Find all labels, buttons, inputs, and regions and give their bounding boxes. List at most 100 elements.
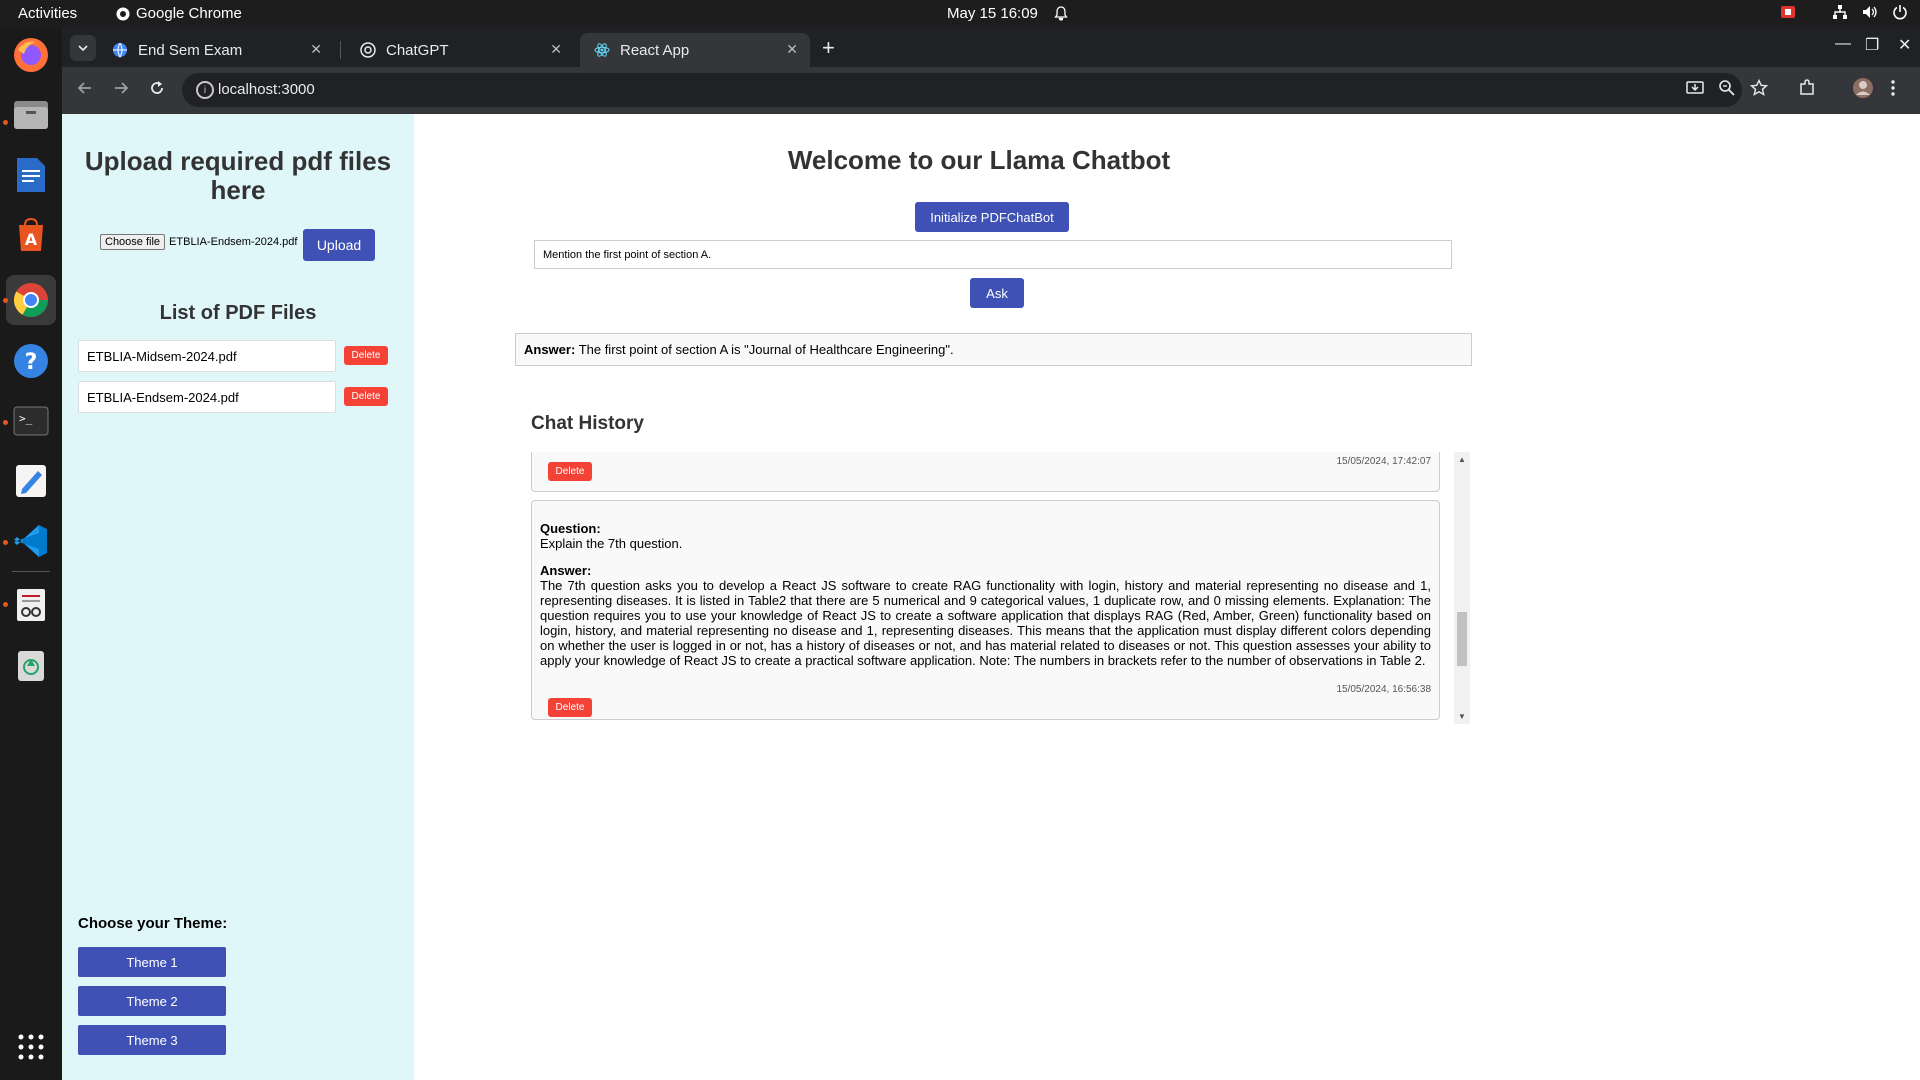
answer-text: The 7th question asks you to develop a R… [540,578,1431,668]
tab-end-sem-exam[interactable]: End Sem Exam ✕ [98,33,334,67]
tab-react-app[interactable]: React App ✕ [580,33,810,67]
site-info-icon[interactable]: i [196,81,214,99]
tab-title: ChatGPT [386,41,449,59]
sidebar: Upload required pdf files here Choose fi… [62,114,414,1080]
delete-pdf-button[interactable]: Delete [344,346,388,365]
zoom-icon[interactable] [1718,79,1736,97]
activities-button[interactable]: Activities [18,5,77,22]
system-tray[interactable] [1780,4,1908,20]
more-menu-icon[interactable] [1890,79,1896,97]
react-icon [594,43,610,57]
theme-2-button[interactable]: Theme 2 [78,986,226,1016]
delete-history-button[interactable]: Delete [548,698,592,717]
screen-recording-icon[interactable] [1780,4,1796,20]
answer-text: The first point of section A is "Journal… [578,342,954,357]
writer-icon[interactable] [11,155,51,195]
tab-title: End Sem Exam [138,41,243,59]
url-text[interactable]: localhost:3000 [218,81,315,98]
initialize-chatbot-button[interactable]: Initialize PDFChatBot [915,202,1069,232]
question-text: Explain the 7th question. [540,536,683,551]
page-title: Welcome to our Llama Chatbot [787,145,1171,175]
dock-separator [12,571,50,572]
chrome-icon[interactable] [6,275,56,325]
app-name-label: Google Chrome [136,5,242,22]
history-item: Question: Explain the 7th question. Answ… [531,500,1440,720]
pdf-list-item: ETBLIA-Midsem-2024.pdf [78,340,336,372]
tab-strip: End Sem Exam ✕ ChatGPT ✕ React App ✕ + —… [62,27,1920,67]
reload-icon[interactable] [148,79,166,97]
chevron-down-icon [78,45,88,52]
power-icon[interactable] [1892,4,1908,20]
react-app-page: Upload required pdf files here Choose fi… [62,114,1920,1080]
extensions-icon[interactable] [1798,79,1816,97]
back-icon[interactable] [76,79,94,97]
ask-button[interactable]: Ask [970,278,1024,308]
history-scrollbar[interactable]: ▲ ▼ [1454,452,1470,724]
minimize-icon[interactable]: — [1835,35,1851,53]
firefox-icon[interactable] [11,35,51,75]
tab-chatgpt[interactable]: ChatGPT ✕ [346,33,574,67]
files-icon[interactable] [11,95,51,135]
close-icon[interactable]: ✕ [550,41,562,58]
bookmark-star-icon[interactable] [1750,79,1768,97]
answer-label: Answer: [524,342,576,357]
chosen-file-name: ETBLIA-Endsem-2024.pdf [169,236,298,248]
forward-icon[interactable] [112,79,130,97]
install-app-icon[interactable] [1686,79,1704,97]
vscode-icon[interactable] [11,521,51,561]
text-editor-icon[interactable] [11,461,51,501]
history-question: Question: Explain the 7th question. Answ… [540,521,1431,668]
svg-text:A: A [25,230,38,249]
trash-icon[interactable] [11,645,51,685]
system-top-bar: Activities Google Chrome May 15 16:09 [0,0,1920,27]
window-close-icon[interactable]: ✕ [1898,35,1911,55]
clock[interactable]: May 15 16:09 [947,5,1038,22]
browser-toolbar: i localhost:3000 [62,67,1920,114]
volume-icon[interactable] [1862,4,1878,20]
chrome-small-icon [116,7,130,20]
upload-title: Upload required pdf files here [84,146,392,205]
tab-title: React App [620,41,690,59]
svg-text:?: ? [25,350,38,375]
svg-text:>_: >_ [19,412,33,425]
dock: A ? >_ [0,27,62,1080]
scroll-down-icon[interactable]: ▼ [1458,712,1466,721]
app-center-icon[interactable]: A [11,215,51,255]
chat-history-title: Chat History [531,413,644,434]
pdf-list-item: ETBLIA-Endsem-2024.pdf [78,381,336,413]
browser-window: End Sem Exam ✕ ChatGPT ✕ React App ✕ + —… [62,27,1920,114]
chat-history-list[interactable]: 15/05/2024, 17:42:07 Delete Question: Ex… [531,452,1471,724]
address-bar[interactable]: i localhost:3000 [182,73,1742,107]
question-input[interactable] [534,240,1452,269]
history-timestamp: 15/05/2024, 16:56:38 [1336,684,1431,695]
upload-button[interactable]: Upload [303,229,375,261]
answer-label: Answer: [540,563,592,578]
profile-avatar-icon[interactable] [1852,77,1874,99]
theme-3-button[interactable]: Theme 3 [78,1025,226,1055]
choose-file-button[interactable]: Choose file [100,234,166,250]
close-icon[interactable]: ✕ [786,41,798,58]
history-item: 15/05/2024, 17:42:07 Delete [531,452,1440,492]
pdf-list-title: List of PDF Files [159,302,317,324]
network-icon[interactable] [1832,4,1848,20]
app-menu[interactable]: Google Chrome [116,5,242,22]
delete-history-button[interactable]: Delete [548,462,592,481]
delete-pdf-button[interactable]: Delete [344,387,388,406]
notification-bell-icon [1054,6,1068,21]
maximize-icon[interactable]: ❐ [1865,35,1879,55]
scrollbar-thumb[interactable] [1457,612,1467,666]
close-icon[interactable]: ✕ [310,41,322,58]
history-timestamp: 15/05/2024, 17:42:07 [1336,456,1431,467]
terminal-icon[interactable]: >_ [11,401,51,441]
globe-icon [113,42,127,58]
tab-search-button[interactable] [70,35,96,61]
help-icon[interactable]: ? [11,341,51,381]
theme-1-button[interactable]: Theme 1 [78,947,226,977]
answer-box: Answer: The first point of section A is … [515,333,1472,366]
scroll-up-icon[interactable]: ▲ [1458,455,1466,464]
new-tab-button[interactable]: + [822,35,835,61]
file-input[interactable]: Choose file ETBLIA-Endsem-2024.pdf [100,234,297,250]
openai-icon [360,42,376,58]
app-grid-icon[interactable] [11,1027,51,1067]
document-viewer-icon[interactable] [11,585,51,625]
